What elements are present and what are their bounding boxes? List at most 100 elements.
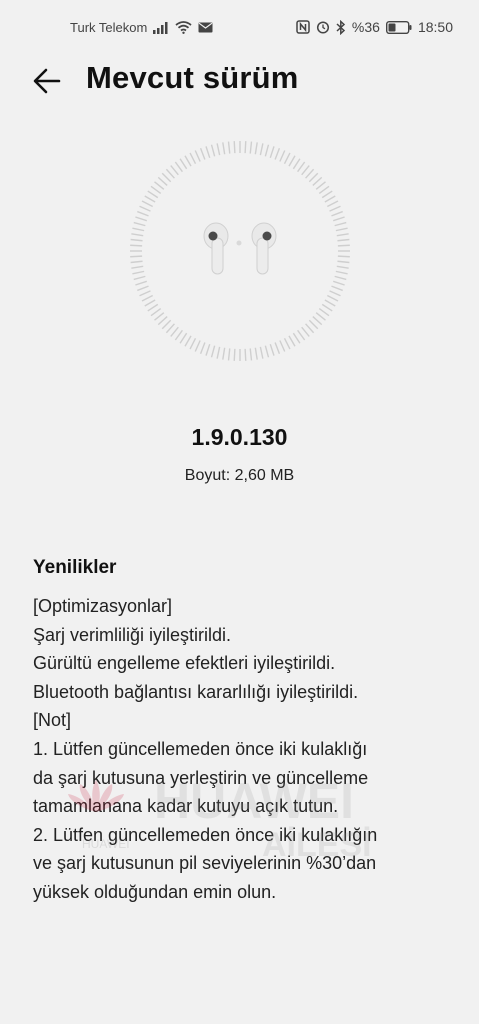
page-title: Mevcut sürüm	[86, 60, 299, 95]
ring-tick	[264, 345, 270, 358]
ring-tick	[332, 280, 345, 286]
device-illustration	[129, 140, 351, 362]
ring-tick	[184, 335, 192, 347]
earbuds-icon	[203, 222, 277, 275]
ring-tick	[331, 285, 343, 292]
ring-tick	[194, 150, 201, 162]
ring-tick	[227, 141, 231, 154]
carrier-name: Turk Telekom	[70, 20, 148, 35]
ring-tick	[210, 144, 216, 157]
ring-tick	[205, 146, 211, 159]
ring-tick	[165, 168, 175, 179]
ring-tick	[199, 148, 206, 160]
app-header: Mevcut sürüm	[0, 56, 479, 106]
ring-tick	[233, 348, 236, 361]
ring-tick	[279, 340, 286, 352]
ring-tick	[133, 275, 146, 281]
ring-tick	[264, 144, 270, 157]
ring-tick	[157, 316, 168, 326]
ring-tick	[130, 244, 143, 247]
ring-tick	[315, 312, 326, 321]
status-bar: Turk Telekom %36 18:50	[0, 0, 479, 56]
ring-tick	[331, 210, 343, 217]
notes-line: da şarj kutusuna yerleştirin ve güncelle…	[33, 767, 369, 788]
ring-tick	[337, 260, 350, 264]
ring-tick	[335, 270, 348, 275]
alarm-icon	[316, 21, 329, 34]
status-left: Turk Telekom	[70, 20, 213, 35]
notes-line: [Not]	[33, 710, 72, 731]
ring-tick	[254, 142, 258, 155]
ring-tick	[312, 316, 323, 326]
ring-tick	[154, 181, 165, 190]
ring-tick	[139, 290, 151, 297]
notes-line: Şarj verimliliği iyileştirildi.	[33, 624, 232, 645]
ring-tick	[337, 238, 350, 242]
ring-tick	[329, 205, 341, 212]
ring-tick	[334, 275, 347, 281]
ring-tick	[147, 303, 159, 312]
ring-tick	[131, 265, 144, 269]
ring-tick	[133, 221, 146, 227]
ring-tick	[205, 343, 211, 356]
arrow-left-icon	[33, 68, 61, 94]
ring-tick	[259, 143, 264, 156]
ring-tick	[292, 158, 301, 170]
ring-tick	[174, 161, 183, 173]
ring-tick	[131, 233, 144, 237]
ring-tick	[179, 158, 188, 170]
ring-tick	[324, 299, 336, 307]
ring-tick	[312, 176, 323, 186]
ring-tick	[154, 312, 165, 321]
ring-tick	[269, 343, 275, 356]
ring-tick	[269, 146, 275, 159]
ring-tick	[150, 185, 162, 194]
ring-tick	[305, 168, 315, 179]
ring-tick	[130, 238, 143, 242]
ring-tick	[336, 265, 349, 269]
ring-tick	[244, 141, 247, 154]
back-button[interactable]	[28, 60, 68, 100]
ring-tick	[170, 326, 179, 337]
ring-tick	[135, 280, 148, 286]
ring-tick	[308, 172, 319, 183]
ring-tick	[222, 142, 226, 155]
ring-tick	[130, 255, 143, 258]
ring-tick	[227, 348, 231, 361]
ring-tick	[216, 346, 221, 359]
notes-line: 2. Lütfen güncellemeden önce iki kulaklı…	[33, 824, 378, 845]
ring-tick	[301, 165, 310, 176]
bluetooth-icon	[336, 19, 346, 35]
status-right: %36 18:50	[296, 19, 453, 35]
ring-tick	[249, 141, 253, 154]
ring-tick	[150, 308, 162, 317]
ring-tick	[157, 176, 168, 186]
ring-tick	[292, 332, 301, 344]
ring-tick	[297, 329, 306, 341]
ring-tick	[318, 185, 330, 194]
ring-tick	[199, 342, 206, 354]
ring-tick	[321, 190, 333, 199]
ring-tick	[132, 270, 145, 275]
ring-tick	[297, 161, 306, 173]
notes-line: yüksek olduğundan emin olun.	[33, 881, 277, 902]
ring-tick	[147, 190, 159, 199]
ring-tick	[170, 165, 179, 176]
ring-tick	[161, 172, 172, 183]
battery-percent: %36	[351, 19, 380, 35]
ring-tick	[132, 227, 145, 232]
release-notes-title: Yenilikler	[33, 557, 117, 578]
ring-tick	[139, 205, 151, 212]
ring-tick	[335, 227, 348, 232]
ring-tick	[318, 308, 330, 317]
ring-tick	[141, 294, 153, 302]
battery-icon	[385, 20, 412, 34]
ring-tick	[301, 326, 310, 337]
ring-tick	[137, 285, 149, 292]
signal-icon	[153, 21, 168, 34]
notes-line: Bluetooth bağlantısı kararlılığı iyileşt…	[33, 681, 359, 702]
ring-tick	[288, 335, 296, 347]
ring-tick	[141, 200, 153, 208]
ring-tick	[321, 303, 333, 312]
ring-tick	[336, 233, 349, 237]
